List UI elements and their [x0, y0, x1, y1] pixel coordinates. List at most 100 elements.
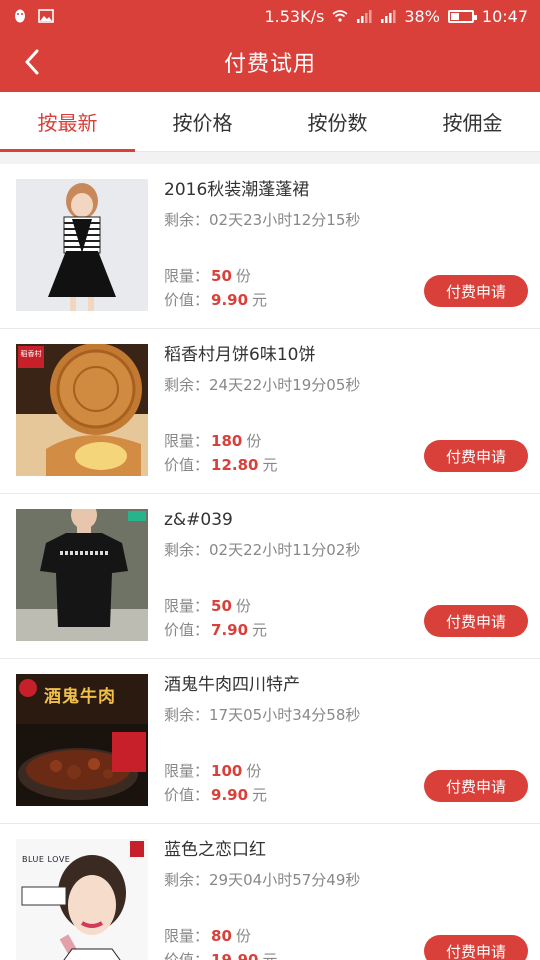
remain-label: 剩余： [164, 376, 210, 394]
beef-title: 酒鬼牛肉 [44, 687, 116, 707]
battery-fill [450, 12, 460, 20]
remain-value: 02天23小时12分15秒 [209, 211, 361, 229]
network-speed: 1.53K/s [264, 6, 325, 26]
limit-value: 50 [211, 267, 232, 285]
limit-row: 限量： 50 份 [164, 595, 251, 616]
battery-percent: 38% [404, 6, 440, 26]
apply-button[interactable]: 付费申请 [424, 440, 528, 472]
limit-value: 50 [211, 597, 232, 615]
tab-newest[interactable]: 按最新 [0, 92, 135, 152]
list-item[interactable]: 稻香村 稻香村月饼6味10饼 剩余：24天22小时19分05秒 限量： 180 份 … [0, 329, 540, 494]
limit-label: 限量： [164, 432, 210, 450]
remain-label: 剩余： [164, 541, 210, 559]
status-right: 1.53K/s 38% 10:47 [264, 7, 528, 26]
value-label: 价值： [164, 951, 210, 960]
time-remaining: 剩余：29天04小时57分49秒 [164, 869, 528, 890]
back-button[interactable] [16, 46, 48, 78]
value-row: 价值： 9.90 元 [164, 289, 267, 310]
value-amount: 9.90 [211, 291, 249, 309]
apply-button[interactable]: 付费申请 [424, 605, 528, 637]
value-label: 价值： [164, 786, 210, 804]
signal-icon-1 [357, 10, 372, 23]
remain-label: 剩余： [164, 706, 210, 724]
tab-commission[interactable]: 按佣金 [405, 92, 540, 151]
value-row: 价值： 12.80 元 [164, 454, 277, 475]
qq-penguin-icon [15, 9, 25, 23]
signal-icon-2 [381, 10, 396, 23]
value-unit: 元 [262, 456, 278, 474]
limit-label: 限量： [164, 267, 210, 285]
product-image-beef[interactable]: 酒鬼牛肉 [16, 674, 148, 806]
wifi-icon [332, 10, 348, 22]
list-item[interactable]: 2016秋装潮蓬蓬裙 剩余：02天23小时12分15秒 限量： 50 份 价值： 9.… [0, 164, 540, 329]
value-row: 价值： 7.90 元 [164, 619, 267, 640]
product-info: z&#039 剩余：02天22小时11分02秒 限量： 50 份 价值： 7.90 元 … [164, 509, 528, 643]
chevron-left-icon [25, 49, 39, 75]
value-label: 价值： [164, 291, 210, 309]
time-remaining: 剩余：02天23小时12分15秒 [164, 209, 528, 230]
remain-value: 24天22小时19分05秒 [209, 376, 361, 394]
value-amount: 7.90 [211, 621, 249, 639]
limit-row: 限量： 180 份 [164, 430, 261, 451]
lipstick-brand: BLUE LOVE [22, 855, 71, 864]
limit-value: 80 [211, 927, 232, 945]
product-list: 2016秋装潮蓬蓬裙 剩余：02天23小时12分15秒 限量： 50 份 价值： 9.… [0, 164, 540, 960]
remain-label: 剩余： [164, 211, 210, 229]
product-image-lipstick[interactable]: BLUE LOVE [16, 839, 148, 960]
product-image-dress[interactable] [16, 179, 148, 311]
value-unit: 元 [252, 621, 268, 639]
sort-tabs: 按最新 按价格 按份数 按佣金 [0, 92, 540, 152]
limit-unit: 份 [246, 762, 262, 780]
time-remaining: 剩余：24天22小时19分05秒 [164, 374, 528, 395]
product-name[interactable]: 2016秋装潮蓬蓬裙 [164, 179, 528, 201]
limit-row: 限量： 50 份 [164, 265, 251, 286]
product-image-mooncake[interactable]: 稻香村 [16, 344, 148, 476]
product-info: 2016秋装潮蓬蓬裙 剩余：02天23小时12分15秒 限量： 50 份 价值： 9.… [164, 179, 528, 313]
limit-unit: 份 [235, 927, 251, 945]
remain-value: 17天05小时34分58秒 [209, 706, 361, 724]
clock: 10:47 [481, 6, 528, 26]
list-item[interactable]: BLUE LOVE 蓝色之恋口红 剩余：29天04小时57分49秒 限量： 80 份… [0, 824, 540, 960]
notification-icons [12, 8, 54, 24]
product-name[interactable]: 稻香村月饼6味10饼 [164, 344, 528, 366]
limit-label: 限量： [164, 762, 210, 780]
product-info: 稻香村月饼6味10饼 剩余：24天22小时19分05秒 限量： 180 份 价值： 1… [164, 344, 528, 478]
value-unit: 元 [252, 786, 268, 804]
product-image-tshirt[interactable] [16, 509, 148, 641]
value-unit: 元 [262, 951, 278, 960]
tab-price[interactable]: 按价格 [135, 92, 270, 151]
limit-value: 180 [211, 432, 243, 450]
battery-icon [447, 9, 477, 23]
value-amount: 12.80 [211, 456, 259, 474]
remain-label: 剩余： [164, 871, 210, 889]
remain-value: 29天04小时57分49秒 [209, 871, 361, 889]
list-item[interactable]: 酒鬼牛肉 酒鬼牛肉四川特产 剩余：17天05小时34分58秒 限量： 100 份 价… [0, 659, 540, 824]
page-title: 付费试用 [223, 52, 316, 77]
product-info: 蓝色之恋口红 剩余：29天04小时57分49秒 限量： 80 份 价值： 19.90 元… [164, 839, 528, 960]
title-bar: 付费试用 [0, 32, 540, 92]
tab-quantity[interactable]: 按份数 [270, 92, 405, 151]
limit-label: 限量： [164, 597, 210, 615]
limit-value: 100 [211, 762, 243, 780]
image-icon [38, 9, 54, 23]
product-name[interactable]: 酒鬼牛肉四川特产 [164, 674, 528, 696]
product-name[interactable]: z&#039 [164, 509, 528, 531]
limit-row: 限量： 100 份 [164, 760, 261, 781]
list-item[interactable]: z&#039 剩余：02天22小时11分02秒 限量： 50 份 价值： 7.90 元 … [0, 494, 540, 659]
value-unit: 元 [252, 291, 268, 309]
limit-row: 限量： 80 份 [164, 925, 251, 946]
limit-label: 限量： [164, 927, 210, 945]
mooncake-brand-badge: 稻香村 [20, 350, 42, 358]
apply-button[interactable]: 付费申请 [424, 275, 528, 307]
value-label: 价值： [164, 621, 210, 639]
value-row: 价值： 9.90 元 [164, 784, 267, 805]
apply-button[interactable]: 付费申请 [424, 935, 528, 960]
section-gap [0, 152, 540, 164]
time-remaining: 剩余：02天22小时11分02秒 [164, 539, 528, 560]
remain-value: 02天22小时11分02秒 [209, 541, 361, 559]
value-amount: 9.90 [211, 786, 249, 804]
apply-button[interactable]: 付费申请 [424, 770, 528, 802]
limit-unit: 份 [235, 597, 251, 615]
status-bar: 1.53K/s 38% 10:47 [0, 0, 540, 32]
product-name[interactable]: 蓝色之恋口红 [164, 839, 528, 861]
